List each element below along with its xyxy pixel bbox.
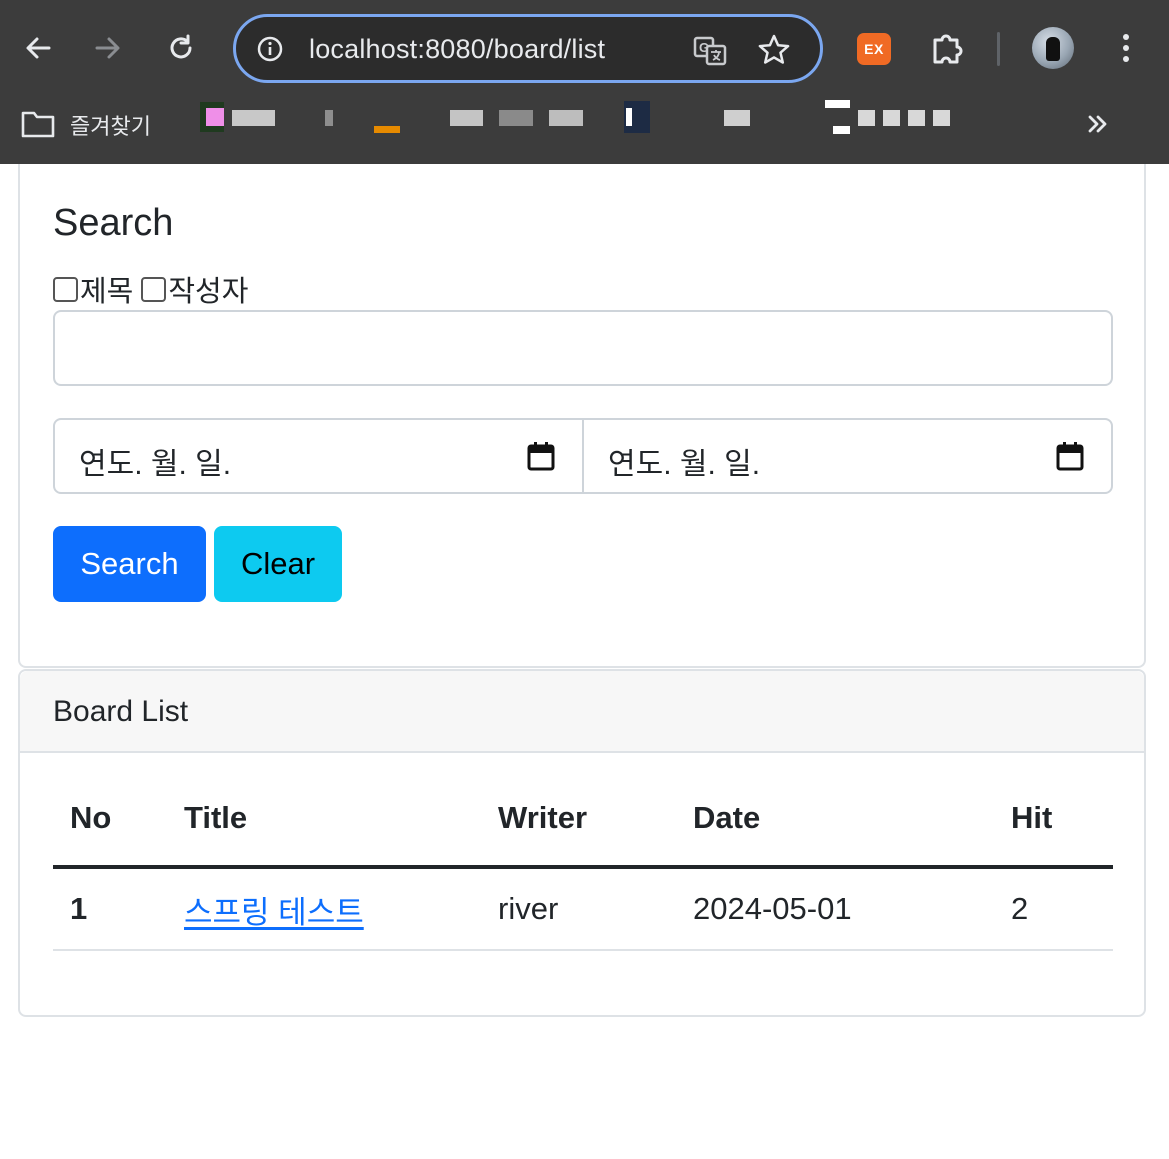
bookmark-item[interactable] xyxy=(450,110,483,126)
profile-avatar[interactable] xyxy=(1032,27,1074,69)
bookmark-item[interactable] xyxy=(724,110,750,126)
bookmark-favicon[interactable] xyxy=(206,108,224,126)
browser-chrome: localhost:8080/board/list G EX 즐겨찾기 xyxy=(0,0,1169,164)
row-title-link[interactable]: 스프링 테스트 xyxy=(184,887,364,932)
search-button[interactable]: Search xyxy=(53,526,206,602)
calendar-icon[interactable] xyxy=(526,440,556,472)
url-text[interactable]: localhost:8080/board/list xyxy=(309,34,605,65)
bookmark-favicon[interactable] xyxy=(833,126,850,134)
kebab-icon[interactable] xyxy=(1108,28,1144,68)
search-title: Search xyxy=(53,202,174,244)
chevron-double-right-icon[interactable] xyxy=(1082,108,1114,140)
bookmark-item[interactable] xyxy=(499,110,533,126)
bookmarks-folder-label[interactable]: 즐겨찾기 xyxy=(70,109,151,141)
start-date-input[interactable]: 연도. 월. 일. xyxy=(53,418,584,494)
checkbox-title-box[interactable] xyxy=(53,276,78,302)
end-date-input[interactable]: 연도. 월. 일. xyxy=(582,418,1113,494)
column-header-no: No xyxy=(70,800,112,835)
bookmark-item[interactable] xyxy=(325,110,333,126)
translate-icon[interactable]: G xyxy=(692,33,728,69)
row-date: 2024-05-01 xyxy=(693,891,852,926)
bookmark-item[interactable] xyxy=(858,110,950,126)
table-header-row: No Title Writer Date Hit xyxy=(53,771,1113,869)
board-table: No Title Writer Date Hit 1 스프링 테스트 river… xyxy=(53,771,1113,951)
clear-button[interactable]: Clear xyxy=(214,526,342,602)
folder-icon[interactable] xyxy=(20,109,56,139)
toolbar-divider xyxy=(997,32,1000,66)
extension-ex-icon[interactable]: EX xyxy=(857,33,891,65)
star-icon[interactable] xyxy=(756,32,792,68)
row-no: 1 xyxy=(70,891,88,926)
checkbox-writer-label[interactable]: 작성자 xyxy=(168,268,248,310)
puzzle-icon[interactable] xyxy=(927,28,967,68)
table-row: 1 스프링 테스트 river 2024-05-01 2 xyxy=(53,869,1113,951)
checkbox-writer[interactable]: 작성자 xyxy=(141,268,248,310)
search-card: Search 제목 작성자 연도. 월. 일. 연도. 월. 일. Search… xyxy=(18,164,1146,668)
column-header-title: Title xyxy=(184,800,248,835)
start-date-placeholder[interactable]: 연도. 월. 일. xyxy=(79,439,231,483)
row-hit: 2 xyxy=(1011,891,1029,926)
bookmark-item[interactable] xyxy=(549,110,583,126)
board-list-header: Board List xyxy=(20,671,1144,753)
row-writer: river xyxy=(498,891,559,926)
checkbox-title[interactable]: 제목 xyxy=(53,268,133,310)
column-header-date: Date xyxy=(693,800,761,835)
row-title-cell: 스프링 테스트 xyxy=(184,869,364,949)
date-range-group: 연도. 월. 일. 연도. 월. 일. xyxy=(53,418,1113,494)
bookmark-favicon[interactable] xyxy=(825,100,850,108)
checkbox-title-label[interactable]: 제목 xyxy=(80,268,133,310)
bookmarks-bar: 즐겨찾기 xyxy=(0,96,1169,164)
reload-icon[interactable] xyxy=(161,28,201,68)
column-header-hit: Hit xyxy=(1011,800,1053,835)
calendar-icon[interactable] xyxy=(1055,440,1085,472)
info-icon[interactable] xyxy=(256,35,284,63)
board-list-card: Board List No Title Writer Date Hit 1 스프… xyxy=(18,669,1146,1017)
search-type-checkboxes: 제목 작성자 xyxy=(53,268,256,310)
browser-toolbar: localhost:8080/board/list G EX xyxy=(0,0,1169,96)
keyword-input[interactable] xyxy=(53,310,1113,386)
back-icon[interactable] xyxy=(18,28,58,68)
address-bar[interactable]: localhost:8080/board/list G xyxy=(233,14,823,83)
column-header-writer: Writer xyxy=(498,800,588,835)
board-list-title: Board List xyxy=(53,695,189,728)
bookmark-item[interactable] xyxy=(232,110,275,126)
checkbox-writer-box[interactable] xyxy=(141,276,167,302)
forward-icon[interactable] xyxy=(88,28,128,68)
bookmark-favicon[interactable] xyxy=(374,126,400,133)
bookmark-favicon[interactable] xyxy=(626,108,632,126)
end-date-placeholder[interactable]: 연도. 월. 일. xyxy=(608,439,760,483)
